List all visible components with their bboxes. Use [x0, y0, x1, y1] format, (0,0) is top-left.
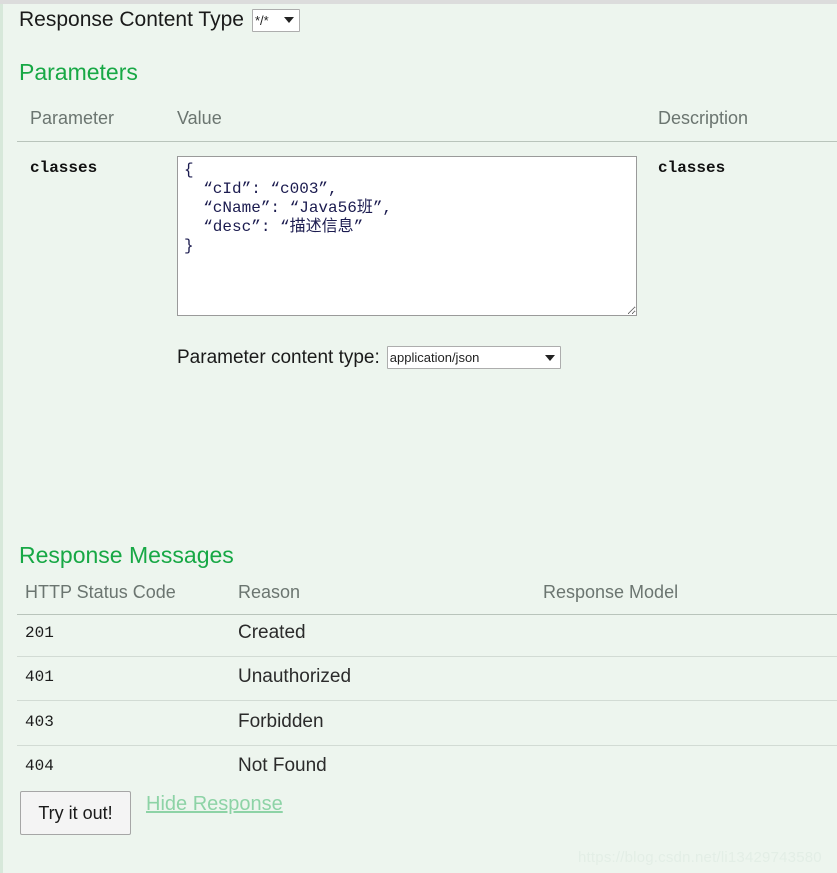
- response-row-divider: [17, 700, 837, 701]
- response-row-code: 201: [25, 624, 54, 642]
- parameter-description-classes: classes: [658, 159, 726, 177]
- parameter-content-type-select[interactable]: application/json: [386, 346, 561, 369]
- response-row-divider: [17, 656, 837, 657]
- column-header-reason: Reason: [238, 582, 301, 602]
- parameter-name-classes: classes: [30, 159, 98, 177]
- response-row-reason: Unauthorized: [238, 666, 352, 687]
- response-content-type-select-wrapper[interactable]: */*: [251, 8, 300, 32]
- column-header-value: Value: [177, 108, 222, 128]
- parameter-value-textarea[interactable]: [177, 156, 637, 316]
- response-content-type-row: Response Content Type */*: [19, 8, 300, 32]
- response-row-code: 404: [25, 757, 54, 775]
- column-header-description: Description: [658, 108, 749, 128]
- response-row-code: 403: [25, 713, 54, 731]
- response-row-code: 401: [25, 668, 54, 686]
- response-row-reason: Created: [238, 622, 306, 643]
- parameter-content-type-select-wrapper[interactable]: application/json: [386, 346, 561, 369]
- response-content-type-select[interactable]: */*: [251, 8, 300, 32]
- column-header-http-status-code: HTTP Status Code: [25, 582, 176, 602]
- parameter-content-type-row: Parameter content type: application/json: [177, 346, 561, 369]
- response-row-reason: Forbidden: [238, 711, 324, 732]
- parameters-heading: Parameters: [19, 59, 138, 85]
- parameters-header-divider: [17, 141, 837, 142]
- column-header-parameter: Parameter: [30, 108, 115, 128]
- hide-response-link[interactable]: Hide Response: [146, 793, 283, 816]
- response-row-divider: [17, 745, 837, 746]
- parameter-content-type-label: Parameter content type:: [177, 346, 380, 368]
- response-messages-header-divider: [17, 614, 837, 615]
- column-header-response-model: Response Model: [543, 582, 679, 602]
- swagger-operation-panel: Response Content Type */* Parameters Par…: [3, 4, 837, 873]
- response-content-type-label: Response Content Type: [19, 8, 244, 31]
- response-row-reason: Not Found: [238, 755, 327, 776]
- watermark-text: https://blog.csdn.net/li13429743580: [578, 849, 822, 866]
- response-messages-heading: Response Messages: [19, 542, 234, 568]
- try-it-out-button[interactable]: Try it out!: [20, 791, 131, 835]
